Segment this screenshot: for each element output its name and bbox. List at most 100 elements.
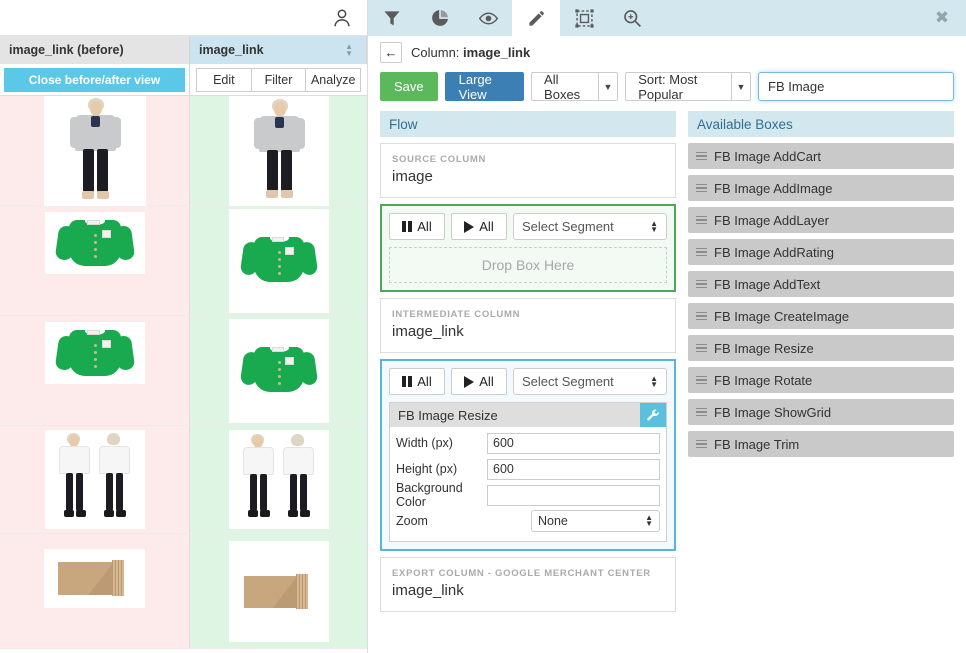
fb-image-resize-box-title: FB Image Resize bbox=[398, 407, 498, 423]
stage-2-pause-all-button[interactable]: All bbox=[389, 368, 445, 395]
column-header-before[interactable]: image_link (before) bbox=[0, 36, 190, 64]
column-header-image-link[interactable]: image_link ▲ ▼ bbox=[190, 36, 367, 64]
field-input-width[interactable] bbox=[487, 432, 660, 454]
cell-before-image[interactable] bbox=[0, 316, 190, 425]
cell-after-image[interactable] bbox=[190, 206, 367, 315]
cell-before-image[interactable] bbox=[0, 426, 190, 533]
filter-button[interactable]: Filter bbox=[250, 68, 307, 92]
field-input-height[interactable] bbox=[487, 458, 660, 480]
available-box-add-layer[interactable]: FB Image AddLayer bbox=[688, 207, 954, 233]
drag-handle-icon[interactable] bbox=[696, 311, 707, 321]
cell-after-image[interactable] bbox=[190, 534, 367, 648]
available-box-label: FB Image AddRating bbox=[714, 244, 834, 260]
field-select-zoom[interactable]: None ▲ ▼ bbox=[531, 510, 660, 532]
edit-button[interactable]: Edit bbox=[196, 68, 252, 92]
close-icon[interactable]: ✖ bbox=[927, 0, 957, 36]
breadcrumb: ← Column: image_link bbox=[368, 36, 966, 68]
cell-before-image[interactable] bbox=[0, 206, 190, 315]
export-column-value: image_link bbox=[392, 582, 464, 599]
fb-image-resize-box-header: FB Image Resize bbox=[390, 403, 666, 427]
save-button[interactable]: Save bbox=[380, 72, 438, 101]
close-before-after-view-button[interactable]: Close before/after view bbox=[4, 68, 185, 92]
grid-rows bbox=[0, 96, 367, 649]
cell-after-image[interactable] bbox=[190, 316, 367, 425]
drag-handle-icon[interactable] bbox=[696, 407, 707, 417]
field-row-background-color: Background Color bbox=[396, 481, 660, 509]
search-input[interactable] bbox=[758, 72, 954, 101]
available-box-show-grid[interactable]: FB Image ShowGrid bbox=[688, 399, 954, 425]
analyze-button[interactable]: Analyze bbox=[305, 68, 362, 92]
table-row[interactable] bbox=[0, 426, 367, 534]
intermediate-column-caption: Intermediate Column bbox=[392, 309, 521, 320]
source-column-caption: Source Column bbox=[392, 154, 487, 165]
available-box-add-rating[interactable]: FB Image AddRating bbox=[688, 239, 954, 265]
field-label-width: Width (px) bbox=[396, 436, 453, 450]
field-row-height: Height (px) bbox=[396, 457, 660, 481]
column-editor-panel: ✖ ← Column: image_link Save Large View A… bbox=[367, 0, 966, 653]
column-header-before-label: image_link (before) bbox=[9, 43, 124, 57]
panel-controls: Save Large View All Boxes ▼ Sort: Most P… bbox=[368, 68, 966, 111]
drag-handle-icon[interactable] bbox=[696, 247, 707, 257]
available-box-rotate[interactable]: FB Image Rotate bbox=[688, 367, 954, 393]
field-input-background-color[interactable] bbox=[487, 484, 660, 506]
available-boxes-title: Available Boxes bbox=[688, 111, 954, 137]
available-box-add-text[interactable]: FB Image AddText bbox=[688, 271, 954, 297]
sort-indicator-icon[interactable]: ▲ ▼ bbox=[345, 43, 353, 58]
fb-image-resize-box[interactable]: FB Image Resize Width (px) 600 Height (p… bbox=[389, 402, 667, 542]
sort-label[interactable]: Sort: Most Popular bbox=[625, 72, 731, 102]
cell-after-image[interactable] bbox=[190, 426, 367, 533]
drag-handle-icon[interactable] bbox=[696, 439, 707, 449]
group-frame-icon[interactable] bbox=[560, 0, 608, 36]
eye-icon[interactable] bbox=[464, 0, 512, 36]
available-box-add-image[interactable]: FB Image AddImage bbox=[688, 175, 954, 201]
zoom-in-icon[interactable] bbox=[608, 0, 656, 36]
source-column-value: image bbox=[392, 168, 433, 185]
stage-2-pause-label: All bbox=[417, 374, 432, 389]
sort-dropdown[interactable]: Sort: Most Popular ▼ bbox=[625, 72, 751, 102]
chevron-down-icon[interactable]: ▼ bbox=[730, 72, 751, 101]
drag-handle-icon[interactable] bbox=[696, 279, 707, 289]
drag-handle-icon[interactable] bbox=[696, 343, 707, 353]
all-boxes-dropdown[interactable]: All Boxes ▼ bbox=[531, 72, 619, 102]
all-boxes-label[interactable]: All Boxes bbox=[531, 72, 598, 102]
available-box-create-image[interactable]: FB Image CreateImage bbox=[688, 303, 954, 329]
pencil-icon[interactable] bbox=[512, 0, 560, 36]
stage-1-play-all-button[interactable]: All bbox=[451, 213, 507, 240]
chevron-updown-icon: ▲ ▼ bbox=[650, 218, 658, 234]
available-box-add-cart[interactable]: FB Image AddCart bbox=[688, 143, 954, 169]
panel-toolbar: ✖ bbox=[368, 0, 966, 36]
thumbnail-before bbox=[44, 322, 145, 384]
flow-stage-2: All All Select Segment ▲ ▼ FB Image Resi… bbox=[380, 359, 676, 551]
stage-2-segment-select[interactable]: Select Segment ▲ ▼ bbox=[513, 368, 667, 395]
table-row[interactable] bbox=[0, 206, 367, 316]
panel-body: Flow Source Column image All All bbox=[368, 111, 966, 612]
cell-before-image[interactable] bbox=[0, 534, 190, 648]
table-row[interactable] bbox=[0, 316, 367, 426]
drag-handle-icon[interactable] bbox=[696, 183, 707, 193]
filter-icon[interactable] bbox=[368, 0, 416, 36]
table-row[interactable] bbox=[0, 534, 367, 649]
available-box-label: FB Image Trim bbox=[714, 436, 800, 452]
stage-1-pause-all-button[interactable]: All bbox=[389, 213, 445, 240]
drag-handle-icon[interactable] bbox=[696, 215, 707, 225]
user-icon[interactable] bbox=[331, 7, 353, 29]
cell-after-image[interactable] bbox=[190, 96, 367, 206]
back-button[interactable]: ← bbox=[380, 41, 402, 63]
stage-2-play-all-button[interactable]: All bbox=[451, 368, 507, 395]
grid-topbar bbox=[0, 0, 367, 36]
stage-1-segment-select[interactable]: Select Segment ▲ ▼ bbox=[513, 213, 667, 240]
available-box-resize[interactable]: FB Image Resize bbox=[688, 335, 954, 361]
thumbnail-after bbox=[228, 96, 329, 206]
pie-chart-icon[interactable] bbox=[416, 0, 464, 36]
large-view-button[interactable]: Large View bbox=[444, 72, 525, 102]
stage-1-dropzone[interactable]: Drop Box Here bbox=[389, 247, 667, 283]
available-box-trim[interactable]: FB Image Trim bbox=[688, 431, 954, 457]
drag-handle-icon[interactable] bbox=[696, 375, 707, 385]
chevron-down-icon[interactable]: ▼ bbox=[597, 72, 619, 101]
drag-handle-icon[interactable] bbox=[696, 151, 707, 161]
table-row[interactable] bbox=[0, 96, 367, 206]
cell-before-image[interactable] bbox=[0, 96, 190, 206]
available-box-label: FB Image Rotate bbox=[714, 372, 813, 388]
intermediate-column-card: Intermediate Column image_link bbox=[380, 298, 676, 353]
wrench-icon[interactable] bbox=[640, 403, 666, 427]
